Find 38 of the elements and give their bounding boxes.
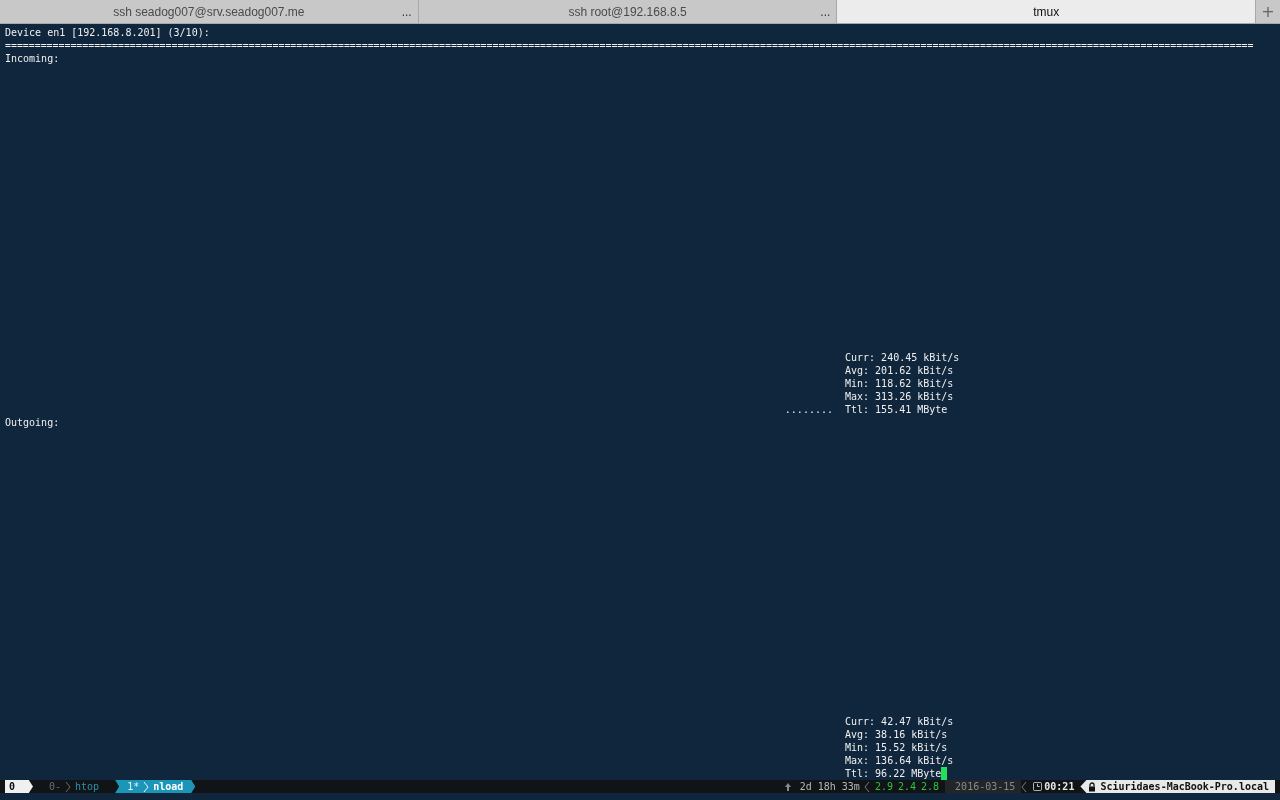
stat-text: Min: 15.52 kBit/s (845, 741, 948, 754)
stat-text: Curr: 42.47 kBit/s (845, 715, 954, 728)
clock-icon (1033, 782, 1043, 791)
tab-title: ssh seadog007@srv.seadog007.me (113, 4, 305, 19)
stat-text: Curr: 240.45 kBit/s (845, 351, 960, 364)
chevron-icon (65, 780, 72, 793)
section-label: Outgoing: (5, 416, 61, 429)
chevron-icon (143, 780, 150, 793)
tab-menu[interactable]: ... (820, 4, 831, 19)
device-header: Device en1 [192.168.8.201] (3/10): (5, 26, 211, 39)
stat-text: Max: 313.26 kBit/s (845, 390, 954, 403)
session-name: 0 (5, 780, 33, 793)
up-arrow-icon (783, 781, 792, 792)
load-average: 2.4 (897, 781, 917, 792)
chevron-icon (1021, 780, 1028, 793)
date: 2016-03-15 (945, 780, 1022, 793)
lock-icon (1088, 781, 1097, 792)
tab-menu[interactable]: ... (401, 4, 412, 19)
window-tab[interactable]: 0- htop (37, 780, 112, 793)
load-average: 2.9 (874, 781, 893, 792)
tab-title: ssh root@192.168.8.5 (568, 4, 687, 19)
uptime: 2d 18h 33m (799, 781, 860, 792)
hostname: Sciuridaes-MacBook-Pro.local (1100, 781, 1269, 792)
clock-time: 00:21 (1044, 781, 1075, 792)
tab[interactable]: ssh seadog007@srv.seadog007.me ... (0, 0, 419, 23)
stat-text: Ttl: 155.41 MByte (845, 403, 948, 416)
section-label: Incoming: (5, 52, 61, 65)
traffic-graph: ........ (784, 403, 833, 416)
stat-text: Avg: 201.62 kBit/s (845, 364, 954, 377)
chevron-icon (863, 780, 870, 793)
load-average: 2.8 (921, 781, 940, 792)
tab-title: tmux (1033, 4, 1060, 19)
stat-text: Min: 118.62 kBit/s (845, 377, 954, 390)
tab[interactable]: tmux (837, 0, 1256, 23)
separator-line: ================================================================================================================================================================================================================== (5, 39, 1255, 52)
stat-text: Ttl: 96.22 MByte (845, 767, 942, 780)
stat-text: Avg: 38.16 kBit/s (845, 728, 948, 741)
stat-text: Max: 136.64 kBit/s (845, 754, 954, 767)
